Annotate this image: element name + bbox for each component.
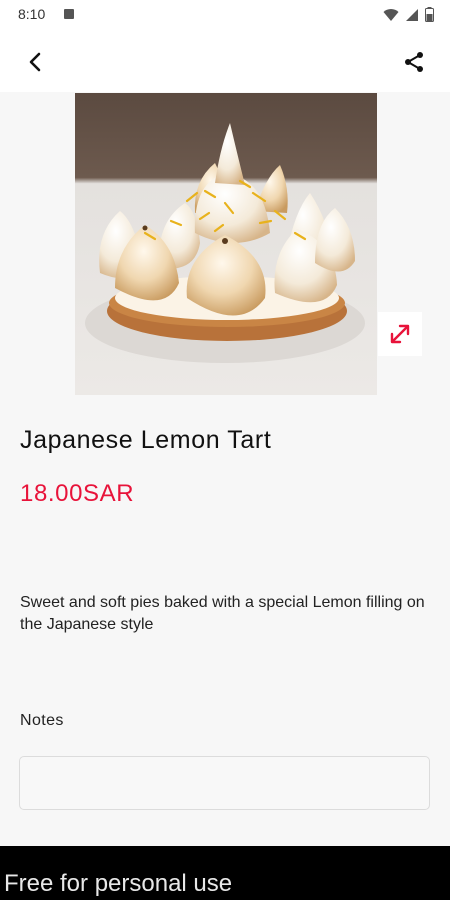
share-button[interactable] [398,46,430,78]
share-icon [405,52,423,72]
status-icons [383,7,434,22]
notes-label: Notes [20,712,64,729]
product-title: Japanese Lemon Tart [20,426,272,454]
back-button[interactable] [20,46,52,78]
back-arrow-icon [29,52,41,72]
notification-icon [64,9,74,19]
product-price: 18.00SAR [20,480,135,507]
signal-icon [406,8,418,21]
notes-input[interactable] [19,756,430,810]
battery-icon [425,7,434,22]
expand-icon [390,324,410,344]
status-bar: 8:10 [0,0,450,30]
product-description: Sweet and soft pies baked with a special… [20,594,425,633]
app-bar [0,30,450,92]
status-time: 8:10 [18,6,46,22]
watermark-text: Free for personal use [4,870,233,897]
lemon-tart-illustration [75,93,377,395]
product-image[interactable] [75,93,377,395]
expand-image-button[interactable] [378,312,422,356]
wifi-icon [383,8,399,21]
product-detail-screen: 8:10 Japanese Lemon Tart 18.00SAR Sweet … [0,0,450,900]
